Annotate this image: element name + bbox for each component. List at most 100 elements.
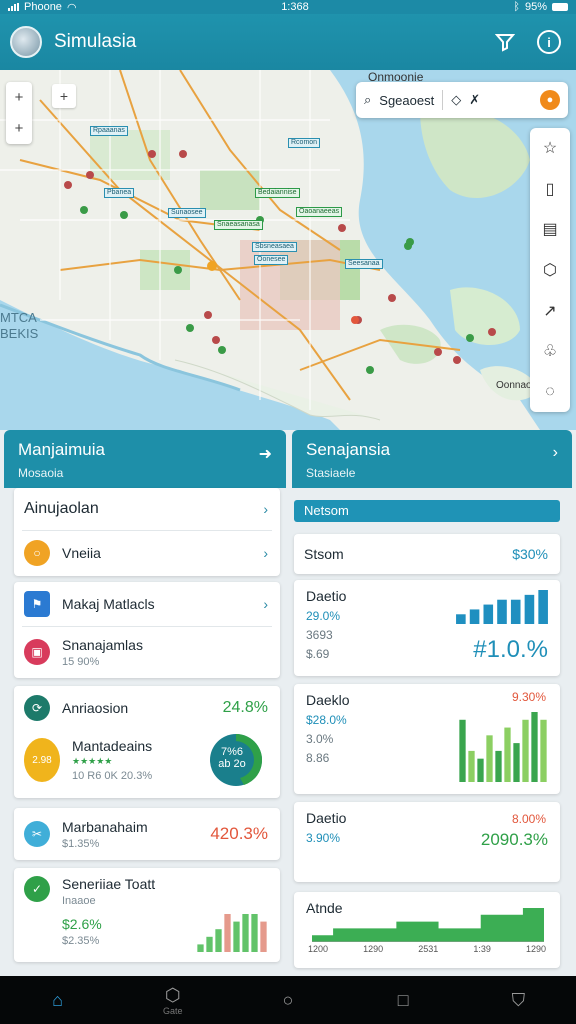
info-button[interactable]: i	[532, 25, 566, 59]
wifi-icon: ◠	[66, 1, 77, 14]
chart-bar	[510, 599, 521, 624]
section-strip[interactable]: Netsom	[294, 500, 560, 522]
stat-card-1[interactable]: ✂ Marbanahaim $1.35% 420.3%	[14, 808, 280, 860]
district-chip[interactable]: Oaoanaeeas	[296, 207, 343, 217]
tool-icon: ✂	[24, 821, 50, 847]
district-chip[interactable]: Seesanaa	[345, 259, 383, 269]
district-chip[interactable]: Bedaiannise	[255, 188, 300, 198]
nav-row[interactable]: Ainujaolan ›	[14, 488, 280, 530]
nav-card-1: Ainujaolan › ○ Vneiia ›	[14, 488, 280, 576]
metric-card-3[interactable]: Daetio 3.90% 8.00% 2090.3%	[294, 802, 560, 882]
donut-chart: 7%6 ab 2o	[204, 730, 268, 790]
flag-icon: ⚑	[24, 591, 50, 617]
mini-bar-chart	[197, 914, 267, 952]
zoom-in-button-secondary[interactable]: +	[52, 84, 76, 108]
check-icon: ✓	[24, 876, 50, 902]
chart-bar	[459, 719, 466, 782]
funnel-icon	[495, 34, 515, 52]
zoom-in-button[interactable]: +	[15, 89, 24, 106]
chart-bar	[468, 750, 475, 782]
map-search-label: Sgeaoest	[379, 92, 435, 108]
left-panel-subtitle: Mosaoia	[18, 466, 64, 480]
home-icon: ⌂	[52, 989, 64, 1010]
puzzle-icon[interactable]: ♧	[538, 339, 562, 363]
summary-value: $30%	[512, 546, 548, 562]
metric-top-value: 8.00%	[511, 812, 546, 826]
box-icon: ▣	[24, 639, 50, 665]
filter-button[interactable]	[488, 25, 522, 59]
star-icon[interactable]: ☆	[538, 136, 562, 160]
metric-item-label: Mantadeains	[72, 738, 153, 754]
district-chip[interactable]: Rcomon	[288, 138, 321, 148]
map-search-bar[interactable]: ⌕ Sgeaoest ◇ ✗ ●	[356, 82, 568, 118]
nav-row[interactable]: ○ Vneiia ›	[14, 531, 280, 575]
summary-label: Stsom	[304, 546, 344, 562]
map-view[interactable]: Rpaaanas Pbanea Sunaosee Snaeasanasa Bed…	[0, 70, 576, 430]
carrier-label: Phoone	[24, 1, 62, 13]
battery-group: ᛒ 95%	[513, 1, 568, 13]
district-chip[interactable]: Snaeasanasa	[214, 220, 263, 230]
nav-row[interactable]: ▣ Snanajamlas 15 90%	[14, 627, 280, 677]
chart-bar	[504, 727, 511, 782]
layers-icon[interactable]: ◇	[451, 92, 461, 108]
area-card[interactable]: Atnde 1200 1290 2531 1:39 1290	[294, 892, 560, 968]
map-toolbar: ☆ ▯ ▤ ⬡ ↗ ♧ ◌	[530, 128, 570, 412]
stat-card-2[interactable]: ✓ Seneriiae Toatt Inaaoe $2.6% $2.35%	[14, 868, 280, 962]
signal-icon	[8, 3, 19, 11]
nav-home[interactable]: ⌂	[28, 990, 88, 1011]
book-icon[interactable]: ▯	[538, 177, 562, 201]
stat-sub: Inaaoe	[62, 895, 96, 907]
nav-shield[interactable]: ⛉	[488, 990, 548, 1011]
chart-bar	[456, 614, 466, 624]
chevron-right-icon: ›	[263, 501, 268, 517]
axis-tick: 1200	[308, 944, 329, 954]
nav-row[interactable]: ⚑ Makaj Matlacls ›	[14, 582, 280, 626]
nav-row-label: Makaj Matlacls	[62, 596, 155, 612]
metric-row: ⟳ Anriaosion 24.8%	[14, 688, 280, 728]
district-chip[interactable]: Sbsneasaea	[252, 242, 297, 252]
clipboard-icon[interactable]: ▤	[538, 217, 562, 241]
route-icon[interactable]: ✗	[469, 92, 480, 108]
right-panel-header[interactable]: Senajansia Stasiaele ›	[292, 430, 572, 488]
location-pin-icon[interactable]: ●	[540, 90, 560, 110]
status-time: 1:368	[281, 1, 309, 13]
bottom-navbar: ⌂ ⬡ Gate ○ □ ⛉	[0, 976, 576, 1024]
left-panel-header[interactable]: Manjaimuia Mosaoia ➜	[4, 430, 286, 488]
summary-row[interactable]: Stsom $30%	[294, 534, 560, 574]
square-icon: □	[397, 989, 409, 1010]
stat-sub: $1.35%	[62, 837, 100, 850]
stat-row: ✂ Marbanahaim $1.35% 420.3%	[14, 808, 280, 860]
district-chip[interactable]: Rpaaanas	[90, 126, 128, 136]
hexagon-icon: ⬡	[164, 984, 181, 1005]
avatar[interactable]	[10, 26, 42, 58]
zoom-out-button[interactable]: +	[15, 120, 24, 137]
chevron-right-icon: ›	[263, 545, 268, 561]
route-icon[interactable]: ↗	[538, 299, 562, 323]
chart-bar	[224, 914, 231, 952]
hexagon-icon[interactable]: ⬡	[538, 258, 562, 282]
leaf-icon: ⟳	[24, 695, 50, 721]
district-chip[interactable]: Pbanea	[104, 188, 135, 198]
leaf-icon[interactable]: ◌	[538, 380, 562, 404]
metric-value: 2090.3%	[480, 830, 548, 849]
chart-bar	[477, 758, 484, 782]
metric-card-2[interactable]: Daeklo $28.0% 3.0% 8.86 9.30%	[294, 684, 560, 794]
app-title: Simulasia	[54, 31, 137, 52]
rating-stars: ★★★★★	[72, 756, 113, 766]
district-chip[interactable]: Oonesee	[254, 255, 289, 265]
nav-row-label: Ainujaolan	[24, 500, 99, 517]
chevron-right-icon: ›	[552, 444, 558, 461]
district-chip[interactable]: Sunaosee	[168, 208, 206, 218]
nav-row-label: Vneiia	[62, 545, 101, 561]
divider	[442, 90, 444, 110]
nav-gate[interactable]: ⬡ Gate	[143, 985, 203, 1016]
donut-sub: ab 2o	[218, 758, 246, 770]
nav-recents[interactable]: □	[373, 990, 433, 1011]
search-icon: ⌕	[364, 92, 372, 107]
area-chart	[312, 908, 544, 942]
metric-card[interactable]: ⟳ Anriaosion 24.8% 2.98 Mantadeains ★★★★…	[14, 686, 280, 798]
nav-home-button[interactable]: ○	[258, 990, 318, 1011]
stat-value-2: $2.35%	[62, 935, 100, 947]
chart-bar	[540, 719, 547, 782]
metric-card-1[interactable]: Daetio 29.0% 3693 $.69 #1.0.%	[294, 580, 560, 676]
